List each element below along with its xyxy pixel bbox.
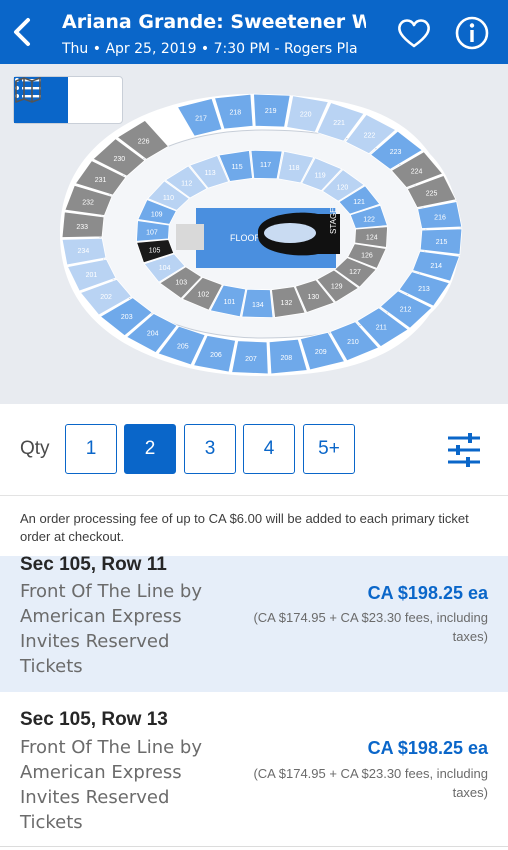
section-label-222: 222 [364,133,376,140]
listing-description: Front Of The Line by American Express In… [20,581,202,677]
seat-map[interactable]: 217 218 219 220 221 222 223 224 225 216 215 214 213 2… [0,64,508,404]
section-label-115: 115 [231,164,242,171]
qty-option-2[interactable]: 2 [124,424,176,474]
section-label-201: 201 [86,272,98,279]
section-label-102: 102 [198,291,210,298]
section-label-105: 105 [149,248,161,255]
stage-label: STAGE [329,207,338,234]
section-label-233: 233 [76,224,88,231]
listing-section: Sec 105, Row 13 [20,709,168,730]
listing-fees: (CA $174.95 + CA $23.30 fees, including … [253,610,488,644]
back-arrow-icon[interactable] [6,14,42,50]
section-label-216: 216 [434,214,446,221]
floor-mixing-desk [176,224,204,250]
qty-option-5plus[interactable]: 5+ [303,424,355,474]
section-label-210: 210 [347,339,359,346]
section-label-113: 113 [205,170,216,177]
section-label-202: 202 [100,294,112,301]
info-icon[interactable] [454,15,490,51]
section-label-119: 119 [314,173,325,180]
floor-label: FLOOR [230,233,262,243]
section-label-129: 129 [331,283,343,290]
section-label-107: 107 [146,229,158,236]
section-label-218: 218 [230,109,242,116]
section-label-232: 232 [82,200,94,207]
listing-description: Front Of The Line by American Express In… [20,737,202,833]
section-label-219: 219 [265,108,277,115]
listing-price: CA $198.25 ea [367,583,488,603]
quantity-selector: Qty 1 2 3 4 5+ [0,404,508,496]
qty-option-1[interactable]: 1 [65,424,117,474]
section-label-109: 109 [151,211,163,218]
map-icon [15,77,41,103]
section-label-208: 208 [280,355,292,362]
event-header: Ariana Grande: Sweetener W Thu • Apr 25,… [0,0,508,64]
section-label-221: 221 [333,120,345,127]
section-label-220: 220 [300,112,312,119]
section-label-134: 134 [252,302,264,309]
listing-price: CA $198.25 ea [367,738,488,758]
event-titles: Ariana Grande: Sweetener W Thu • Apr 25,… [62,9,366,59]
section-label-112: 112 [181,181,192,188]
section-label-126: 126 [361,253,373,260]
filter-icon[interactable] [444,430,484,470]
section-label-217: 217 [195,115,207,122]
section-label-231: 231 [95,177,107,184]
section-label-230: 230 [114,156,126,163]
listing-fees: (CA $174.95 + CA $23.30 fees, including … [253,766,488,800]
event-subtitle: Thu • Apr 25, 2019 • 7:30 PM - Rogers Pl… [62,41,358,57]
section-label-122: 122 [363,216,375,223]
map-view-button[interactable] [15,77,122,123]
section-label-103: 103 [175,280,187,287]
heart-icon[interactable] [396,17,432,49]
listing-item[interactable]: Sec 105, Row 11 Front Of The Line by Ame… [0,554,508,692]
section-label-121: 121 [353,199,365,206]
section-label-223: 223 [390,149,402,156]
section-label-204: 204 [147,331,159,338]
section-label-101: 101 [224,299,236,306]
qty-option-3[interactable]: 3 [184,424,236,474]
section-label-124: 124 [366,235,378,242]
section-label-209: 209 [315,349,327,356]
section-label-211: 211 [376,325,387,332]
section-label-225: 225 [426,191,438,198]
section-label-215: 215 [436,239,448,246]
section-label-132: 132 [281,300,293,307]
section-label-224: 224 [411,169,423,176]
section-label-104: 104 [159,265,171,272]
listing-item[interactable]: Sec 105, Row 13 Front Of The Line by Ame… [0,692,508,846]
section-label-206: 206 [210,352,222,359]
section-label-213: 213 [418,286,430,293]
section-label-117: 117 [260,162,271,169]
section-label-110: 110 [163,195,174,202]
view-toggle[interactable] [13,76,123,124]
section-label-207: 207 [245,356,257,363]
section-label-226: 226 [138,138,150,145]
section-label-118: 118 [288,165,299,172]
list-divider [0,846,508,847]
qty-option-4[interactable]: 4 [243,424,295,474]
section-label-130: 130 [307,294,319,301]
stage-catwalk [264,223,316,243]
section-label-127: 127 [349,269,361,276]
fee-notice: An order processing fee of up to CA $6.0… [20,511,469,544]
section-label-234: 234 [78,248,90,255]
section-label-205: 205 [177,343,189,350]
section-label-214: 214 [430,263,442,270]
section-label-203: 203 [121,314,133,321]
listing-section: Sec 105, Row 11 [20,554,167,575]
section-label-212: 212 [400,307,412,314]
section-label-120: 120 [337,184,349,191]
qty-label: Qty [20,438,50,459]
event-title: Ariana Grande: Sweetener W [62,11,366,33]
